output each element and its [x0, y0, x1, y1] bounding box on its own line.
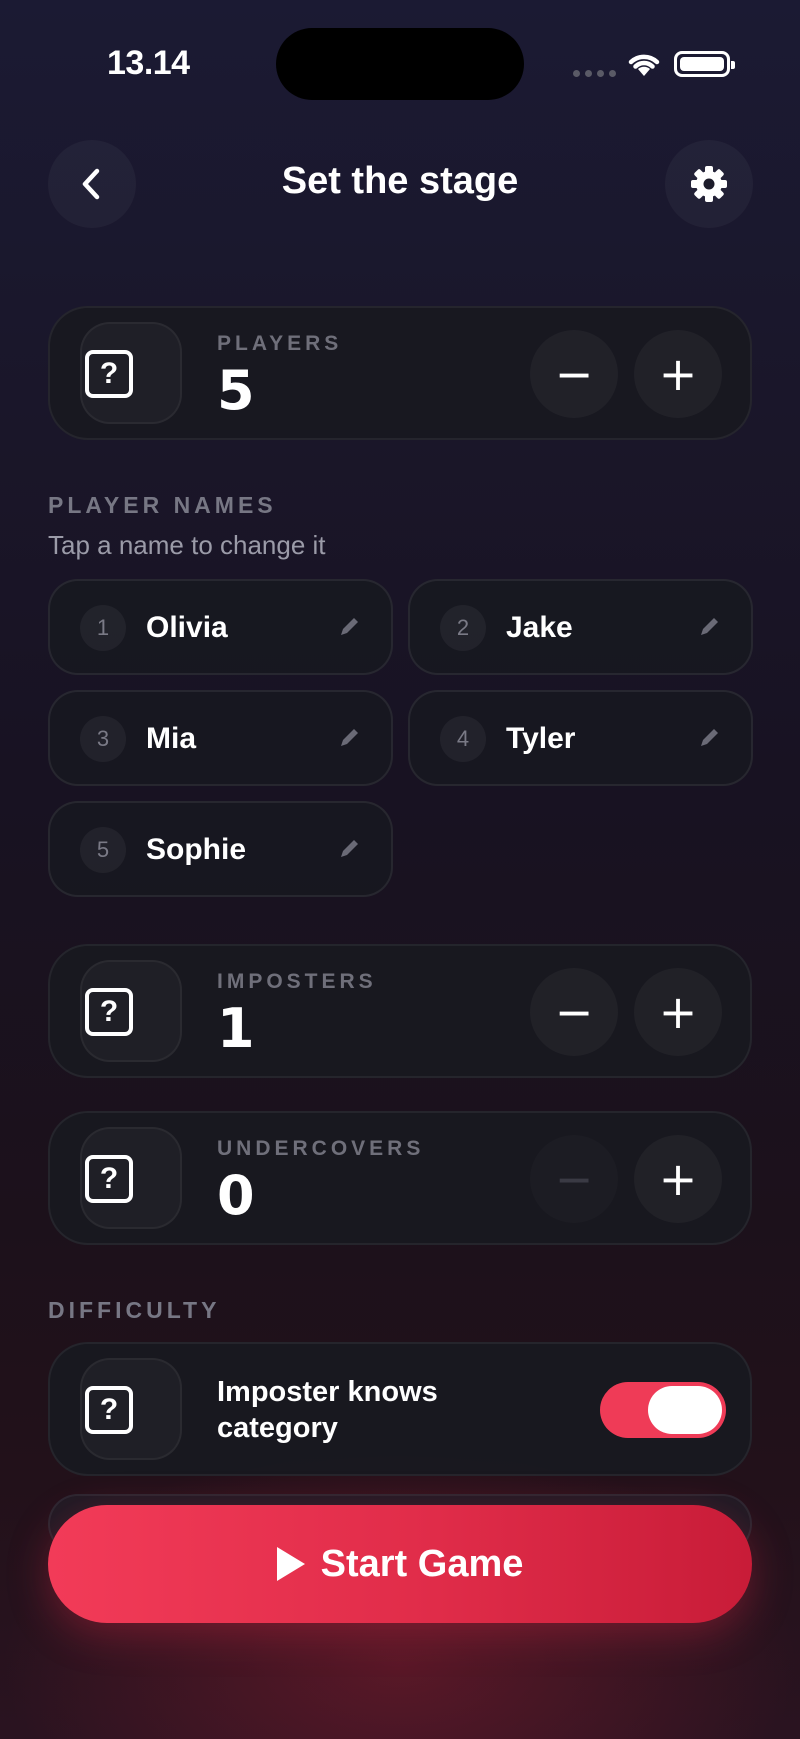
start-game-button[interactable]: Start Game	[48, 1505, 752, 1623]
question-mark-icon: ?	[85, 988, 133, 1036]
undercovers-increment-button[interactable]: +	[634, 1135, 722, 1223]
plus-icon: +	[658, 347, 698, 401]
pencil-icon	[341, 618, 358, 635]
imposters-count: 1	[217, 997, 255, 1060]
player-number: 3	[80, 716, 126, 762]
play-icon	[276, 1547, 305, 1581]
player-name-chip[interactable]: 5 Sophie	[48, 801, 393, 897]
undercovers-count: 0	[217, 1164, 255, 1227]
pencil-icon	[701, 729, 718, 746]
players-decrement-button[interactable]: −	[530, 330, 618, 418]
player-name-chip[interactable]: 2 Jake	[408, 579, 753, 675]
players-count: 5	[217, 359, 255, 422]
wifi-icon	[628, 54, 660, 76]
player-name-chip[interactable]: 4 Tyler	[408, 690, 753, 786]
player-name: Jake	[506, 611, 573, 644]
pencil-icon	[341, 840, 358, 857]
players-label: PLAYERS	[217, 332, 343, 355]
imposters-label: IMPOSTERS	[217, 970, 377, 993]
imposters-increment-button[interactable]: +	[634, 968, 722, 1056]
undercovers-icon-box: ?	[80, 1127, 182, 1229]
battery-icon	[674, 51, 735, 77]
undercovers-card: ? UNDERCOVERS 0 − +	[48, 1111, 752, 1245]
difficulty-icon-box: ?	[80, 1358, 182, 1460]
difficulty-label: DIFFICULTY	[48, 1297, 221, 1323]
toggle-knob	[648, 1386, 722, 1434]
player-number: 1	[80, 605, 126, 651]
gear-icon	[691, 166, 727, 202]
minus-icon: −	[554, 985, 594, 1039]
players-increment-button[interactable]: +	[634, 330, 722, 418]
player-name: Tyler	[506, 722, 576, 755]
player-name-chip[interactable]: 1 Olivia	[48, 579, 393, 675]
question-mark-icon: ?	[85, 1155, 133, 1203]
player-name: Olivia	[146, 611, 228, 644]
player-name: Sophie	[146, 833, 247, 866]
cellular-signal-icon	[573, 70, 616, 77]
imposters-card: ? IMPOSTERS 1 − +	[48, 944, 752, 1078]
imposter-knows-category-card: ? Imposter knows category	[48, 1342, 752, 1476]
dynamic-island	[276, 28, 524, 100]
imposter-knows-category-label: Imposter knows category	[217, 1376, 438, 1444]
player-names-label: PLAYER NAMES	[48, 492, 277, 518]
players-card: ? PLAYERS 5 − +	[48, 306, 752, 440]
pencil-icon	[701, 618, 718, 635]
pencil-icon	[341, 729, 358, 746]
player-name-chip[interactable]: 3 Mia	[48, 690, 393, 786]
minus-icon: −	[554, 347, 594, 401]
imposters-icon-box: ?	[80, 960, 182, 1062]
minus-icon: −	[554, 1152, 594, 1206]
question-mark-icon: ?	[85, 350, 133, 398]
players-icon-box: ?	[80, 322, 182, 424]
player-number: 4	[440, 716, 486, 762]
plus-icon: +	[658, 985, 698, 1039]
player-number: 2	[440, 605, 486, 651]
question-mark-icon: ?	[85, 1386, 133, 1434]
player-names-hint: Tap a name to change it	[48, 530, 326, 560]
plus-icon: +	[658, 1152, 698, 1206]
player-name: Mia	[146, 722, 197, 755]
settings-button[interactable]	[665, 140, 753, 228]
player-number: 5	[80, 827, 126, 873]
start-game-label: Start Game	[320, 1542, 524, 1585]
undercovers-decrement-button[interactable]: −	[530, 1135, 618, 1223]
status-time: 13.14	[107, 44, 190, 82]
undercovers-label: UNDERCOVERS	[217, 1137, 425, 1160]
imposters-decrement-button[interactable]: −	[530, 968, 618, 1056]
imposter-knows-category-toggle[interactable]	[600, 1382, 726, 1438]
